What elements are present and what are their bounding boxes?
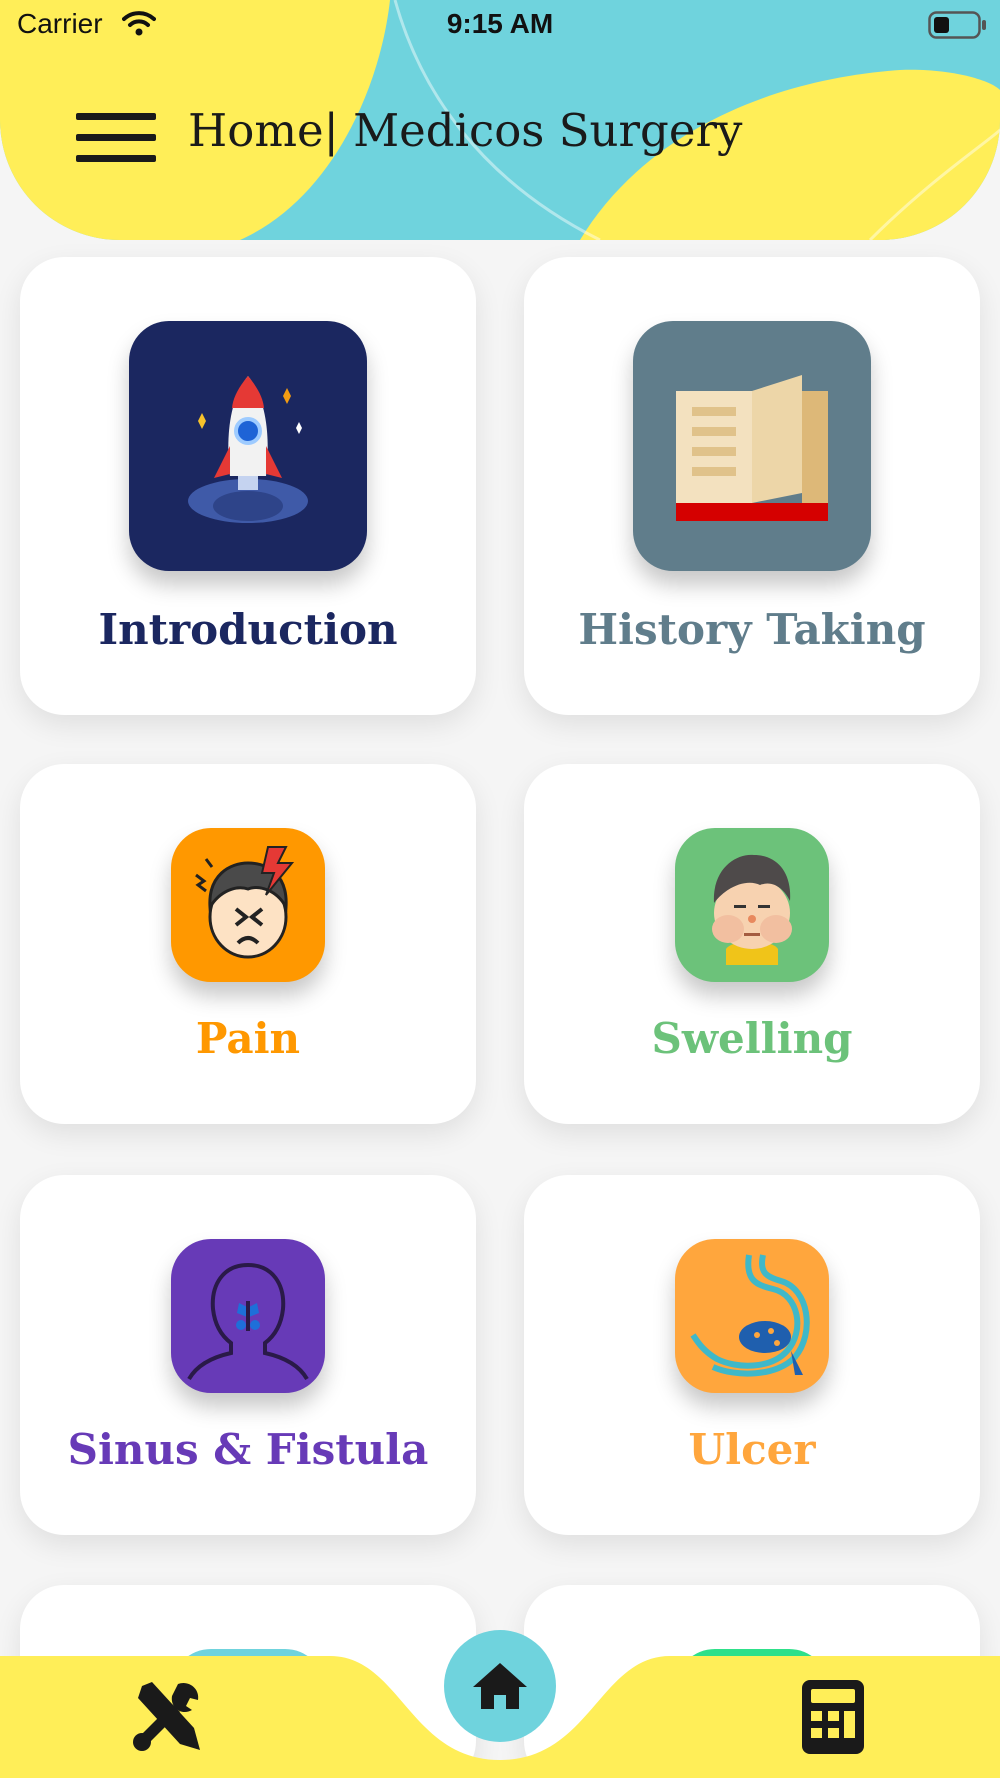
card-history-taking[interactable]: History Taking: [524, 257, 980, 715]
calculator-icon[interactable]: [800, 1678, 866, 1756]
status-bar: Carrier 9:15 AM: [0, 0, 1000, 52]
hamburger-menu-icon[interactable]: [76, 113, 156, 163]
headache-face-icon: [171, 828, 325, 982]
rocket-icon: [129, 321, 367, 571]
sinus-head-icon: [171, 1239, 325, 1393]
card-label: Swelling: [651, 1014, 853, 1063]
card-pain[interactable]: Pain: [20, 764, 476, 1124]
home-icon[interactable]: [444, 1630, 556, 1742]
app-header: Carrier 9:15 AM Home| Medicos Surgery: [0, 0, 1000, 240]
stomach-icon: [675, 1239, 829, 1393]
card-label: Ulcer: [688, 1425, 816, 1474]
page-title: Home| Medicos Surgery: [188, 104, 743, 157]
card-label: Introduction: [98, 605, 398, 654]
open-book-icon: [633, 321, 871, 571]
card-ulcer[interactable]: Ulcer: [524, 1175, 980, 1535]
card-sinus-fistula[interactable]: Sinus & Fistula: [20, 1175, 476, 1535]
card-label: Pain: [195, 1014, 301, 1063]
status-time: 9:15 AM: [446, 8, 554, 39]
card-introduction[interactable]: Introduction: [20, 257, 476, 715]
swollen-face-icon: [675, 828, 829, 982]
tools-icon[interactable]: [128, 1678, 206, 1756]
card-label: History Taking: [578, 605, 926, 654]
card-label: Sinus & Fistula: [67, 1425, 429, 1474]
card-swelling[interactable]: Swelling: [524, 764, 980, 1124]
battery-icon: [928, 11, 986, 39]
